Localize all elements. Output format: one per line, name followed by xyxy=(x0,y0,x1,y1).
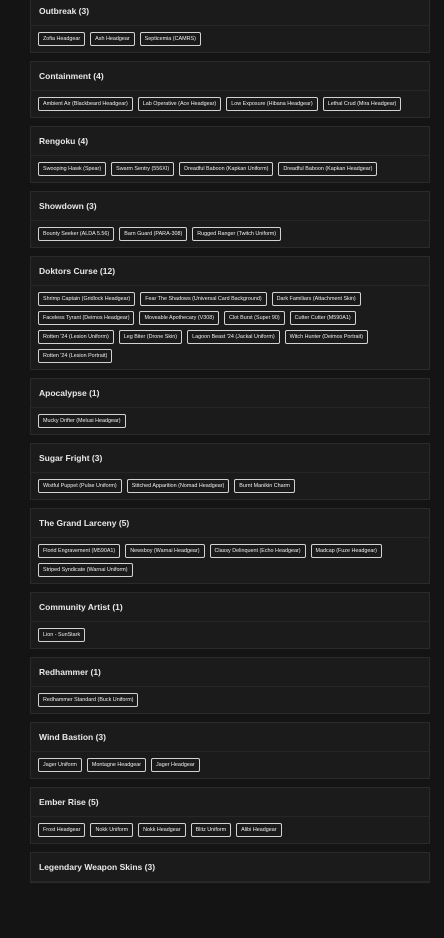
collection-card: Rengoku (4) Swooping Hawk (Spear) Swarm Se… xyxy=(30,126,430,183)
collection-card: Outbreak (3) Zofia Headgear Ash Headgear Se… xyxy=(30,0,430,53)
item-chip[interactable]: Rotten '24 (Lesion Portrait) xyxy=(38,349,113,363)
item-chip[interactable]: Ash Headgear xyxy=(90,32,135,46)
item-chip[interactable]: Striped Syndicate (Warnai Uniform) xyxy=(38,563,133,577)
item-chip[interactable]: Jager Uniform xyxy=(38,758,82,772)
collection-title: Wind Bastion (3) xyxy=(31,723,429,752)
item-chip[interactable]: Cutter Cutter (M590A1) xyxy=(289,311,356,325)
collection-title: Legendary Weapon Skins (3) xyxy=(31,853,429,882)
item-chip[interactable]: Swooping Hawk (Spear) xyxy=(38,162,107,176)
collection-title: Showdown (3) xyxy=(31,192,429,221)
item-chip-list: Mucky Drifter (Melusi Headgear) xyxy=(31,408,429,434)
collection-card: Community Artist (1) Lion - SunStark xyxy=(30,592,430,649)
collection-title: The Grand Larceny (5) xyxy=(31,509,429,538)
item-chip-list: Frost Headgear Nokk Uniform Nokk Headgear B… xyxy=(31,817,429,843)
collection-card: Ember Rise (5) Frost Headgear Nokk Uniform… xyxy=(30,787,430,844)
item-chip[interactable]: Lab Operative (Ace Headgear) xyxy=(137,97,222,111)
collection-card: Showdown (3) Bounty Seeker (ALDA 5.56) Bar… xyxy=(30,191,430,248)
item-chip[interactable]: Barn Guard (PARA-308) xyxy=(119,227,188,241)
item-chip[interactable]: Alibi Headgear xyxy=(236,823,282,837)
item-chip[interactable]: Rugged Ranger (Twitch Uniform) xyxy=(192,227,282,241)
collection-card: Containment (4) Ambient Air (Blackbeard H… xyxy=(30,61,430,118)
collection-title: Doktors Curse (12) xyxy=(31,257,429,286)
item-chip[interactable]: Blitz Uniform xyxy=(190,823,232,837)
collection-title: Containment (4) xyxy=(31,62,429,91)
item-chip[interactable]: Shrimp Captain (Gridlock Headgear) xyxy=(38,292,136,306)
item-chip[interactable]: Septicemia (CAMRS) xyxy=(139,32,201,46)
item-chip[interactable]: Florid Engravement (M590A1) xyxy=(38,544,121,558)
item-chip-list: Bounty Seeker (ALDA 5.56) Barn Guard (PAR… xyxy=(31,221,429,247)
item-chip[interactable]: Zofia Headgear xyxy=(38,32,86,46)
item-chip[interactable]: Burnt Manikin Charm xyxy=(234,479,295,493)
collection-list: Outbreak (3) Zofia Headgear Ash Headgear Se… xyxy=(30,0,430,891)
item-chip[interactable]: Nokk Headgear xyxy=(138,823,186,837)
item-chip[interactable]: Clot Burst (Super 90) xyxy=(224,311,285,325)
item-chip[interactable]: Swarm Sentry (556XI) xyxy=(111,162,175,176)
item-chip-list: Zofia Headgear Ash Headgear Septicemia (CA… xyxy=(31,26,429,52)
collection-card: Wind Bastion (3) Jager Uniform Montagne He… xyxy=(30,722,430,779)
collection-card: Legendary Weapon Skins (3) xyxy=(30,852,430,883)
item-chip[interactable]: Frost Headgear xyxy=(38,823,86,837)
collection-title: Ember Rise (5) xyxy=(31,788,429,817)
item-chip[interactable]: Leg Biter (Drone Skin) xyxy=(118,330,183,344)
item-chip-list: Ambient Air (Blackbeard Headgear) Lab Ope… xyxy=(31,91,429,117)
item-chip-list: Redhammer Standard (Buck Uniform) xyxy=(31,687,429,713)
item-chip[interactable]: Madcap (Fuze Headgear) xyxy=(310,544,382,558)
item-chip[interactable]: Dreadful Baboon (Kapkan Headgear) xyxy=(278,162,378,176)
item-chip[interactable]: Lion - SunStark xyxy=(38,628,86,642)
collection-title: Rengoku (4) xyxy=(31,127,429,156)
item-chip[interactable]: Low Exposure (Hibana Headgear) xyxy=(226,97,318,111)
collection-title: Sugar Fright (3) xyxy=(31,444,429,473)
item-chip[interactable]: Dreadful Baboon (Kapkan Uniform) xyxy=(179,162,274,176)
collection-card: The Grand Larceny (5) Florid Engravement … xyxy=(30,508,430,584)
item-chip-list: Shrimp Captain (Gridlock Headgear) Fear T… xyxy=(31,286,429,369)
collection-title: Community Artist (1) xyxy=(31,593,429,622)
item-chip[interactable]: Stitched Apparition (Nomad Headgear) xyxy=(126,479,230,493)
collection-title: Redhammer (1) xyxy=(31,658,429,687)
item-chip[interactable]: Wistful Puppet (Pulse Uniform) xyxy=(38,479,122,493)
item-chip[interactable]: Newsboy (Warnai Headgear) xyxy=(125,544,205,558)
item-chip[interactable]: Dark Familiars (Attachment Skin) xyxy=(271,292,361,306)
item-chip-list: Lion - SunStark xyxy=(31,622,429,648)
item-chip[interactable]: Bounty Seeker (ALDA 5.56) xyxy=(38,227,115,241)
item-chip[interactable]: Witch Hunter (Deimos Portrait) xyxy=(284,330,369,344)
item-chip[interactable]: Lethal Crud (Mira Headgear) xyxy=(322,97,402,111)
collection-card: Doktors Curse (12) Shrimp Captain (Gridlo… xyxy=(30,256,430,370)
item-chip[interactable]: Jager Headgear xyxy=(151,758,200,772)
item-chip[interactable]: Mucky Drifter (Melusi Headgear) xyxy=(38,414,126,428)
item-chip[interactable]: Moveable Apothecary (V308) xyxy=(139,311,220,325)
item-chip-list: Wistful Puppet (Pulse Uniform) Stitched A… xyxy=(31,473,429,499)
item-chip[interactable]: Faceless Tyrant (Deimos Headgear) xyxy=(38,311,135,325)
item-chip[interactable]: Nokk Uniform xyxy=(90,823,134,837)
item-chip[interactable]: Montagne Headgear xyxy=(86,758,147,772)
item-chip[interactable]: Classy Delinquent (Echo Headgear) xyxy=(209,544,306,558)
collection-title: Apocalypse (1) xyxy=(31,379,429,408)
item-chip[interactable]: Redhammer Standard (Buck Uniform) xyxy=(38,693,139,707)
item-chip[interactable]: Ambient Air (Blackbeard Headgear) xyxy=(38,97,133,111)
item-chip-list: Swooping Hawk (Spear) Swarm Sentry (556XI… xyxy=(31,156,429,182)
item-chip[interactable]: Lagoon Beast '24 (Jackal Uniform) xyxy=(187,330,280,344)
item-chip[interactable]: Rotten '24 (Lesion Uniform) xyxy=(38,330,114,344)
item-chip-list: Jager Uniform Montagne Headgear Jager Head… xyxy=(31,752,429,778)
item-chip[interactable]: Fear The Shadows (Universal Card Backgro… xyxy=(140,292,267,306)
collection-card: Apocalypse (1) Mucky Drifter (Melusi Head… xyxy=(30,378,430,435)
collection-title: Outbreak (3) xyxy=(31,0,429,26)
collection-card: Redhammer (1) Redhammer Standard (Buck Un… xyxy=(30,657,430,714)
collection-card: Sugar Fright (3) Wistful Puppet (Pulse Un… xyxy=(30,443,430,500)
item-chip-list: Florid Engravement (M590A1) Newsboy (Warn… xyxy=(31,538,429,583)
